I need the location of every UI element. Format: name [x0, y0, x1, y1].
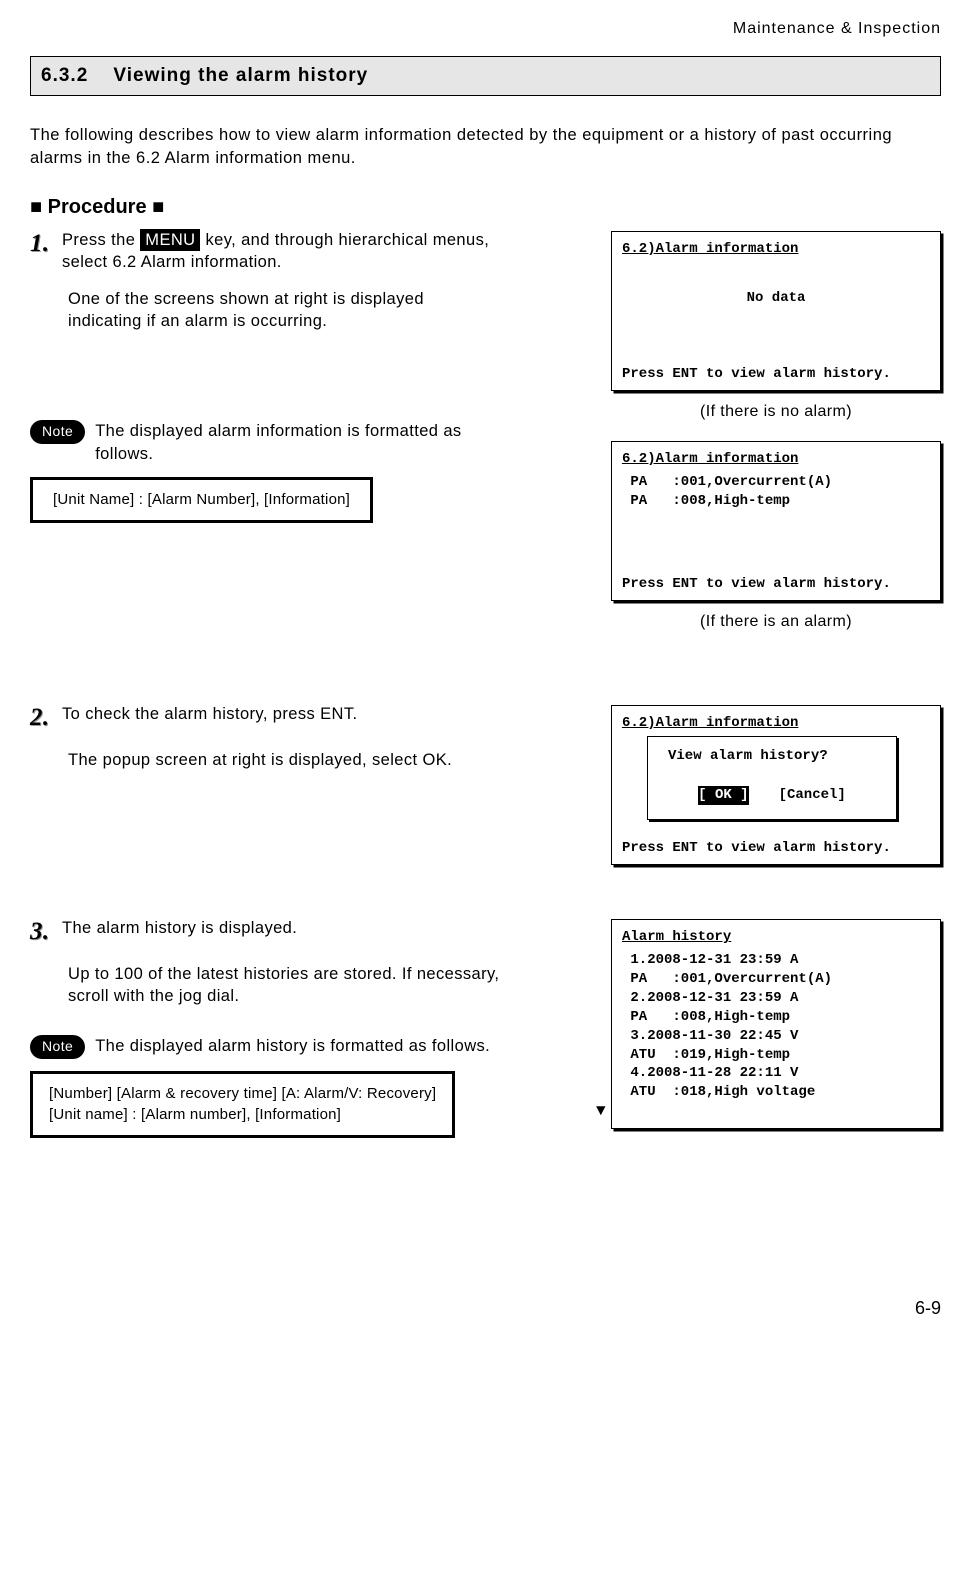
ok-button[interactable]: [ OK ]	[698, 786, 748, 805]
step-title: The alarm history is displayed.	[62, 915, 297, 939]
page: Maintenance & Inspection 6.3.2 Viewing t…	[0, 0, 971, 1339]
screen-title: 6.2)Alarm information	[622, 240, 930, 259]
note-badge: Note	[30, 1035, 85, 1059]
step-1: 1. Press the MENU key, and through hiera…	[30, 227, 941, 651]
step-subtext: One of the screens shown at right is dis…	[30, 288, 500, 333]
intro-paragraph: The following describes how to view alar…	[30, 124, 941, 170]
screen-footer: Press ENT to view alarm history.	[622, 839, 930, 858]
menu-key: MENU	[140, 229, 200, 251]
screen-caption: (If there is no alarm)	[611, 403, 941, 421]
note-2: Note The displayed alarm history is form…	[30, 1035, 500, 1059]
note-1: Note The displayed alarm information is …	[30, 420, 500, 465]
format-box-1: [Unit Name] : [Alarm Number], [Informati…	[30, 477, 373, 523]
section-number: 6.3.2	[41, 65, 88, 86]
popup-message: View alarm history?	[658, 747, 886, 766]
step-3: 3. The alarm history is displayed. Up to…	[30, 915, 941, 1138]
note-badge: Note	[30, 420, 85, 444]
screen-title: 6.2)Alarm information	[622, 714, 930, 733]
confirm-popup: View alarm history? [ OK ] [Cancel]	[647, 736, 897, 820]
format-box-2: [Number] [Alarm & recovery time] [A: Ala…	[30, 1071, 455, 1138]
note-text: The displayed alarm history is formatted…	[95, 1035, 490, 1057]
screen-body: 1.2008-12-31 23:59 A PA :001,Overcurrent…	[622, 951, 930, 1122]
step-title: Press the MENU key, and through hierarch…	[62, 227, 500, 274]
page-number: 6-9	[30, 1298, 941, 1319]
step-subtext: The popup screen at right is displayed, …	[30, 749, 500, 771]
note-text: The displayed alarm information is forma…	[95, 420, 500, 465]
screen-caption: (If there is an alarm)	[611, 613, 941, 631]
screen-no-alarm: 6.2)Alarm information No data Press ENT …	[611, 231, 941, 391]
screen-body: No data	[622, 263, 930, 365]
step-number: 2.	[30, 701, 62, 735]
format-box-text: [Unit Name] : [Alarm Number], [Informati…	[35, 482, 368, 518]
step-number: 3.	[30, 915, 62, 949]
screens-col-2: 6.2)Alarm information Press ENT to view …	[520, 701, 941, 865]
breadcrumb: Maintenance & Inspection	[30, 20, 941, 38]
procedure-heading: ■ Procedure ■	[30, 196, 941, 219]
screen-with-alarm: 6.2)Alarm information PA :001,Overcurren…	[611, 441, 941, 601]
section-title: Viewing the alarm history	[113, 65, 368, 86]
step-title: To check the alarm history, press ENT.	[62, 701, 358, 725]
step-subtext: Up to 100 of the latest histories are st…	[30, 963, 500, 1008]
section-heading: 6.3.2 Viewing the alarm history	[30, 56, 941, 96]
screen-popup: 6.2)Alarm information Press ENT to view …	[611, 705, 941, 865]
screen-footer: Press ENT to view alarm history.	[622, 365, 930, 384]
screen-title: Alarm history	[622, 928, 930, 947]
screen-title: 6.2)Alarm information	[622, 450, 930, 469]
screen-body: PA :001,Overcurrent(A) PA :008,High-temp	[622, 473, 930, 575]
step-number: 1.	[30, 227, 62, 261]
screen-footer: Press ENT to view alarm history.	[622, 575, 930, 594]
cancel-button[interactable]: [Cancel]	[779, 786, 846, 805]
screens-col-1: 6.2)Alarm information No data Press ENT …	[520, 227, 941, 651]
step-2: 2. To check the alarm history, press ENT…	[30, 701, 941, 865]
scroll-down-icon: ▼	[596, 1101, 606, 1123]
screens-col-3: Alarm history 1.2008-12-31 23:59 A PA :0…	[520, 915, 941, 1129]
format-box-text: [Number] [Alarm & recovery time] [A: Ala…	[35, 1076, 450, 1133]
screen-history: Alarm history 1.2008-12-31 23:59 A PA :0…	[611, 919, 941, 1129]
